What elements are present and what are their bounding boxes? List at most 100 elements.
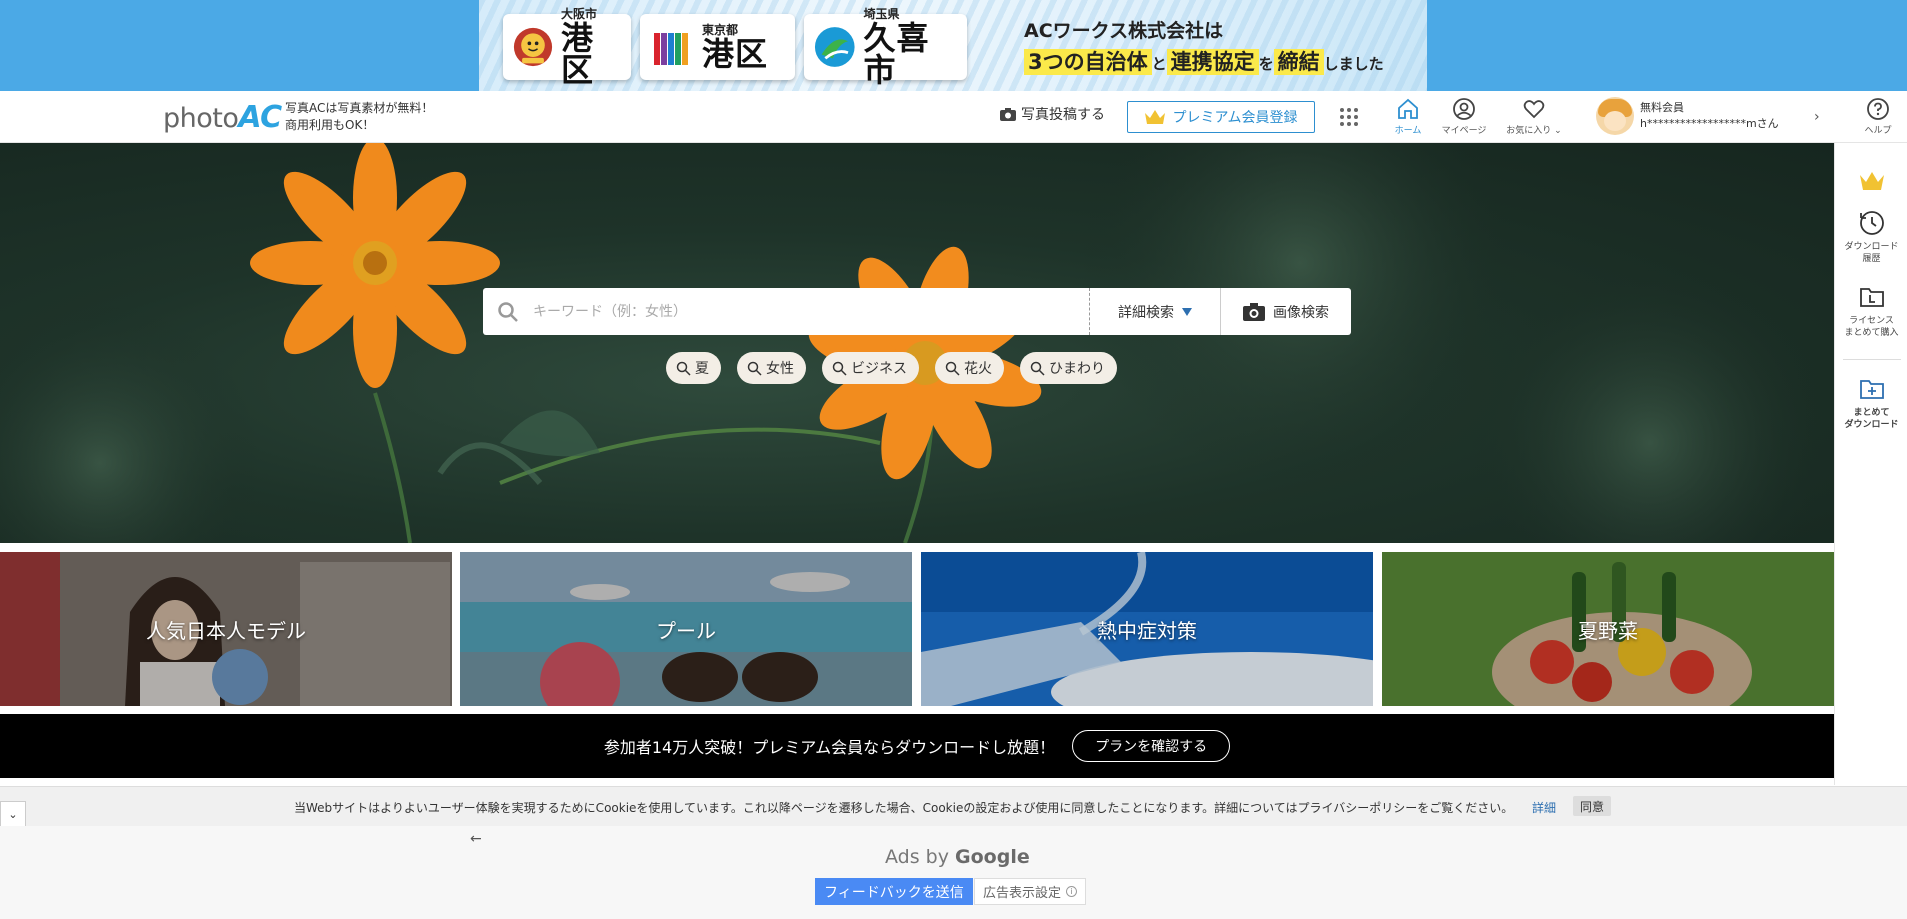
search-icon	[747, 361, 762, 376]
banner-title: ACワークス株式会社は	[1024, 20, 1224, 42]
crown-icon	[1859, 172, 1884, 190]
user-circle-icon	[1453, 98, 1475, 120]
sidebar-label: まとめて	[1853, 408, 1890, 418]
nav-favorites[interactable]: お気に入り ⌄	[1506, 97, 1562, 136]
hero-flower-image	[0, 143, 1830, 543]
ads-area: ← Ads by Google フィードバックを送信 広告表示設定 i	[0, 826, 1907, 919]
sidebar-bulk-download[interactable]: まとめて ダウンロード	[1835, 375, 1907, 431]
banner-highlight: 締結	[1273, 49, 1324, 75]
cookie-collapse-button[interactable]: ⌄	[0, 801, 26, 827]
municipality-name: 久喜市	[863, 19, 930, 89]
sidebar-label: ダウンロード	[1844, 242, 1899, 252]
municipality-name: 港区	[561, 19, 595, 89]
site-header: photoAC 写真ACは写真素材が無料！ 商用利用もOK！ 写真投稿する プレ…	[0, 91, 1907, 143]
tagline-line: 商用利用もOK！	[285, 118, 375, 132]
camera-icon	[1243, 302, 1265, 321]
banner-particle: と	[1151, 55, 1167, 73]
premium-signup-button[interactable]: プレミアム会員登録	[1127, 101, 1315, 133]
user-status: 無料会員	[1640, 101, 1684, 114]
image-search-button[interactable]: 画像検索	[1220, 288, 1351, 335]
ad-settings-label: 広告表示設定	[983, 886, 1062, 901]
keyword-chip[interactable]: 夏	[666, 352, 721, 384]
sidebar-divider	[1843, 359, 1901, 360]
info-icon: i	[1066, 886, 1078, 897]
municipality-name: 港区	[702, 35, 769, 73]
search-icon	[498, 301, 518, 322]
folder-license-icon	[1859, 288, 1884, 307]
municipality-card-tokyo-minato: 東京都 港区	[640, 14, 795, 80]
sidebar-label: ライセンス	[1849, 316, 1894, 326]
keyword-chip[interactable]: 女性	[737, 352, 806, 384]
sidebar-premium[interactable]	[1835, 167, 1907, 199]
advanced-search-label: 詳細検索	[1118, 304, 1174, 321]
advanced-search-button[interactable]: 詳細検索	[1089, 288, 1220, 335]
photoac-logo[interactable]: photoAC	[163, 100, 282, 135]
municipality-card-osaka-minato: 大阪市 港区	[503, 8, 631, 86]
category-tile-pool[interactable]: プール	[460, 552, 912, 706]
search-icon	[1030, 361, 1045, 376]
help-button[interactable]: ヘルプ	[1858, 97, 1898, 136]
keyword-chip[interactable]: ビジネス	[822, 352, 919, 384]
nav-mypage-label: マイページ	[1441, 126, 1487, 136]
sidebar-license[interactable]: ライセンス まとめて購入	[1835, 283, 1907, 339]
check-plans-button[interactable]: プランを確認する	[1072, 730, 1231, 762]
heart-icon	[1523, 100, 1545, 119]
ad-settings-button[interactable]: 広告表示設定 i	[974, 878, 1087, 905]
search-bar: 詳細検索 画像検索	[483, 288, 1351, 335]
osaka-minato-mascot-icon	[513, 27, 553, 67]
category-tile-summer-vegetables[interactable]: 夏野菜	[1382, 552, 1834, 706]
keyword-chip-label: ビジネス	[851, 361, 907, 377]
search-input[interactable]	[533, 296, 1053, 327]
nav-favorites-label: お気に入り ⌄	[1506, 126, 1562, 136]
category-tile-model[interactable]: 人気日本人モデル	[0, 552, 452, 706]
logo-accent: AC	[238, 100, 282, 135]
google-wordmark: Google	[955, 846, 1030, 868]
suggested-keywords: 夏 女性 ビジネス 花火 ひまわり	[666, 352, 1117, 384]
history-clock-icon	[1859, 211, 1884, 235]
tokyo-minato-logo-icon	[654, 33, 688, 65]
municipality-card-kuki: 埼玉県 久喜市	[804, 8, 967, 86]
keyword-chip-label: ひまわり	[1049, 361, 1105, 377]
top-banner[interactable]: 大阪市 港区 東京都 港区 埼玉県 久喜市 ACワークス株式会社は 3つの自治体…	[0, 0, 1907, 91]
cookie-detail-link[interactable]: 詳細	[1532, 799, 1556, 816]
crown-icon	[1145, 110, 1166, 124]
logo-text: photo	[163, 103, 239, 134]
keyword-chip[interactable]: 花火	[935, 352, 1004, 384]
tile-label: 人気日本人モデル	[146, 618, 306, 643]
avatar	[1596, 97, 1634, 135]
search-icon	[832, 361, 847, 376]
nav-mypage[interactable]: マイページ	[1436, 97, 1492, 136]
question-circle-icon	[1867, 98, 1889, 120]
arrow-left-icon[interactable]: ←	[470, 831, 482, 847]
ads-by-text: Ads by	[885, 846, 949, 868]
sidebar-label: まとめて購入	[1844, 328, 1899, 338]
cookie-text: 当Webサイトはよりよいユーザー体験を実現するためにCookieを使用しています…	[294, 801, 1514, 815]
chevron-right-icon[interactable]: ›	[1814, 109, 1820, 125]
nav-home-label: ホーム	[1394, 126, 1422, 136]
nav-home[interactable]: ホーム	[1380, 97, 1436, 136]
keyword-chip[interactable]: ひまわり	[1020, 352, 1117, 384]
search-icon	[676, 361, 691, 376]
banner-subtitle: 3つの自治体と連携協定を締結 しました	[1024, 46, 1384, 76]
banner-ad[interactable]: 大阪市 港区 東京都 港区 埼玉県 久喜市 ACワークス株式会社は 3つの自治体…	[479, 0, 1427, 91]
category-tile-heatstroke[interactable]: 熱中症対策	[921, 552, 1373, 706]
search-icon	[945, 361, 960, 376]
sidebar-label: 履歴	[1862, 254, 1881, 264]
banner-highlight: 連携協定	[1166, 49, 1259, 75]
tile-label: 熱中症対策	[1097, 618, 1197, 643]
apps-grid-icon[interactable]	[1340, 108, 1358, 126]
sidebar-download-history[interactable]: ダウンロード 履歴	[1835, 209, 1907, 265]
cookie-agree-button[interactable]: 同意	[1573, 796, 1612, 816]
tagline: 写真ACは写真素材が無料！ 商用利用もOK！	[285, 100, 433, 134]
user-menu[interactable]: 無料会員 h******************mさん	[1596, 97, 1779, 135]
post-photo-button[interactable]: 写真投稿する	[1000, 104, 1105, 124]
banner-particle: しました	[1323, 55, 1384, 73]
promo-bar: 参加者14万人突破！プレミアム会員ならダウンロードし放題！ プランを確認する	[0, 714, 1834, 778]
banner-highlight: 3つの自治体	[1024, 49, 1152, 75]
camera-icon	[1000, 107, 1016, 121]
tile-label: 夏野菜	[1578, 618, 1638, 643]
post-photo-label: 写真投稿する	[1021, 107, 1105, 123]
send-feedback-button[interactable]: フィードバックを送信	[815, 878, 973, 905]
triangle-down-icon	[1182, 307, 1192, 316]
folder-plus-icon	[1859, 380, 1884, 399]
